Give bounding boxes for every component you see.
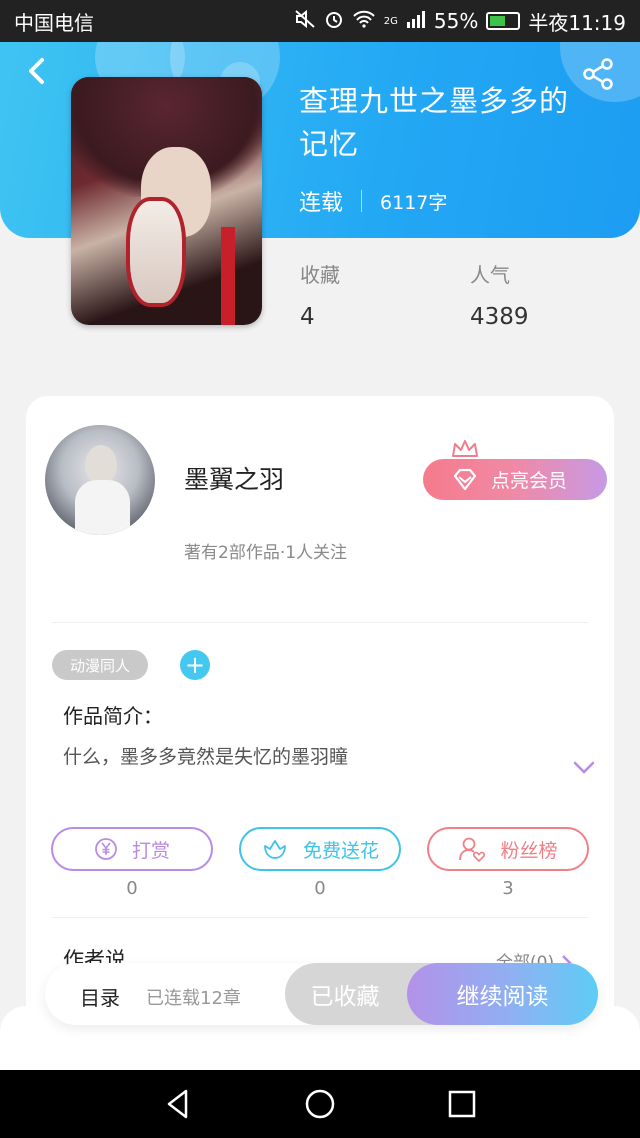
share-button[interactable]: [580, 56, 616, 92]
stat-label: 收藏: [300, 263, 340, 287]
send-flower-button[interactable]: 免费送花: [239, 827, 401, 871]
flower-icon: [264, 840, 286, 859]
yen-coin-icon: [95, 838, 117, 860]
add-tag-button[interactable]: +: [180, 650, 210, 680]
chapter-count: 已连载12章: [146, 988, 241, 1009]
stat-favorites: 收藏 4: [300, 259, 340, 330]
battery-icon: [486, 12, 521, 30]
genre-tag[interactable]: 动漫同人: [52, 650, 148, 680]
crown-icon: [452, 440, 478, 457]
stat-label: 人气: [470, 263, 510, 287]
toc-button[interactable]: 目录: [80, 982, 120, 1011]
triangle-back-icon: [167, 1089, 188, 1119]
nav-recent-button[interactable]: [444, 1086, 480, 1122]
book-title: 查理九世之墨多多的记忆: [299, 84, 570, 161]
carrier-label: 中国电信: [14, 10, 94, 35]
fan-ranking-icon: [459, 837, 486, 862]
author-name[interactable]: 墨翼之羽: [184, 460, 284, 496]
book-cover: [71, 77, 262, 325]
mute-icon: [294, 9, 316, 34]
author-info: 著有2部作品·1人关注: [184, 543, 348, 563]
send-flower-label: 免费送花: [302, 839, 379, 862]
chevron-down-icon: [573, 761, 595, 774]
circle-home-icon: [305, 1089, 335, 1119]
diamond-icon: [453, 468, 477, 490]
stat-popularity: 人气 4389: [470, 259, 529, 330]
tip-count: 0: [126, 878, 138, 899]
stat-value: 4: [300, 304, 315, 330]
network-type-label: 2G: [383, 15, 398, 27]
vip-button-label: 点亮会员: [491, 470, 568, 492]
word-count: 6117字: [380, 191, 448, 214]
fan-count: 3: [502, 878, 514, 899]
divider: [361, 190, 363, 212]
vip-button[interactable]: 点亮会员: [423, 459, 607, 500]
divider: [52, 622, 588, 623]
expand-intro-button[interactable]: [570, 758, 598, 778]
intro-label: 作品简介：: [63, 704, 163, 728]
alarm-icon: [324, 9, 344, 34]
nav-back-button[interactable]: [160, 1086, 196, 1122]
author-avatar[interactable]: [45, 425, 155, 535]
wifi-icon: [352, 10, 376, 33]
intro-text: 什么，墨多多竟然是失忆的墨羽瞳: [63, 746, 349, 768]
tip-button-label: 打赏: [131, 839, 170, 862]
continue-reading-button[interactable]: 继续阅读: [407, 963, 598, 1025]
tip-button[interactable]: 打赏: [51, 827, 213, 871]
divider: [52, 917, 588, 918]
book-meta: 连载 6117字: [299, 185, 447, 217]
battery-percent: 55%: [433, 9, 479, 33]
chevron-left-icon: [29, 58, 44, 84]
square-recent-icon: [448, 1090, 476, 1118]
status-bar: 中国电信 2G 55% 半夜11:19: [0, 0, 640, 42]
nav-home-button[interactable]: [302, 1086, 338, 1122]
signal-icon: [406, 10, 426, 33]
serial-status: 连载: [299, 191, 344, 216]
fan-ranking-button[interactable]: 粉丝榜: [427, 827, 589, 871]
flower-count: 0: [314, 878, 326, 899]
continue-reading-label: 继续阅读: [456, 984, 549, 1010]
stat-value: 4389: [470, 304, 529, 330]
clock: 半夜11:19: [528, 10, 626, 35]
plus-icon: +: [184, 651, 206, 679]
share-icon: [583, 58, 613, 90]
fan-ranking-label: 粉丝榜: [500, 839, 558, 862]
back-button[interactable]: [20, 54, 54, 88]
collected-label: 已收藏: [310, 984, 380, 1010]
